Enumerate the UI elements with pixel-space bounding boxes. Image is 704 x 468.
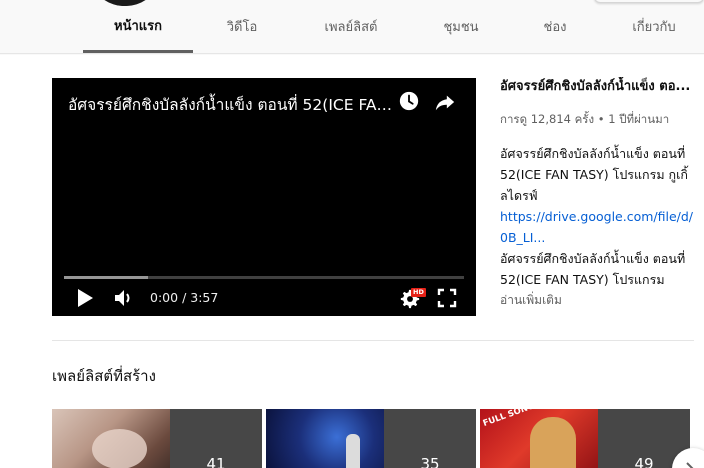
time-display: 0:00 / 3:57 <box>150 290 218 305</box>
playlist-thumbnail-image <box>52 409 170 468</box>
channel-home-content: อัศจรรย์ศึกชิงบัลลังก์น้ำแข็ง ตอนที่ 52(… <box>0 55 704 468</box>
play-icon[interactable] <box>76 288 94 308</box>
tab-about[interactable]: เกี่ยวกับ <box>599 0 704 52</box>
player-video-title[interactable]: อัศจรรย์ศึกชิงบัลลังก์น้ำแข็ง ตอนที่ 52(… <box>68 92 393 117</box>
tab-playlists[interactable]: เพลย์ลิสต์ <box>296 0 406 52</box>
volume-icon[interactable] <box>114 289 134 307</box>
share-icon[interactable] <box>434 91 456 113</box>
playlist-thumbnail-image <box>266 409 384 468</box>
playlist-thumbnail[interactable]: FULL SONG 49 <box>480 409 690 468</box>
top-right-widget-edge[interactable] <box>594 0 704 3</box>
featured-video-details: อัศจรรย์ศึกชิงบัลลังก์น้ำแข็ง ตอ... การด… <box>500 77 694 310</box>
featured-video-player[interactable]: อัศจรรย์ศึกชิงบัลลังก์น้ำแข็ง ตอนที่ 52(… <box>52 78 476 316</box>
description-text-1: อัศจรรย์ศึกชิงบัลลังก์น้ำแข็ง ตอนที่ 52(… <box>500 146 688 203</box>
tab-videos[interactable]: วิดีโอ <box>187 0 297 52</box>
playlist-thumbnail-image: FULL SONG <box>480 409 598 468</box>
playlist-video-count: 41 <box>206 455 226 468</box>
watch-later-icon[interactable] <box>398 90 420 112</box>
description-link[interactable]: https://drive.google.com/file/d/0B_LI... <box>500 206 694 248</box>
duration: 3:57 <box>190 290 219 305</box>
featured-video-title[interactable]: อัศจรรย์ศึกชิงบัลลังก์น้ำแข็ง ตอ... <box>500 77 694 97</box>
playlist-count-overlay: 35 <box>384 409 476 468</box>
hd-badge: HD <box>411 288 426 297</box>
fullscreen-icon[interactable] <box>437 288 457 308</box>
view-count: การดู 12,814 ครั้ง <box>500 112 595 126</box>
chevron-right-icon <box>686 462 694 468</box>
description-text-2: อัศจรรย์ศึกชิงบัลลังก์น้ำแข็ง ตอนที่ 52(… <box>500 251 686 287</box>
read-more-link[interactable]: อ่านเพิ่มเติม <box>500 291 694 310</box>
thumbnail-caption: FULL SONG <box>481 409 536 429</box>
current-time: 0:00 <box>150 290 179 305</box>
tab-home[interactable]: หน้าแรก <box>83 0 193 53</box>
tab-channels[interactable]: ช่อง <box>500 0 610 52</box>
featured-video-meta: การดู 12,814 ครั้ง • 1 ปีที่ผ่านมา <box>500 111 694 127</box>
playlist-video-count: 49 <box>634 455 654 468</box>
channel-page: หน้าแรก วิดีโอ เพลย์ลิสต์ ชุมชน ช่อง เกี… <box>0 0 704 468</box>
playlist-thumbnail[interactable]: 41 <box>52 409 262 468</box>
playlist-thumbnail[interactable]: 35 <box>266 409 476 468</box>
featured-video-description: อัศจรรย์ศึกชิงบัลลังก์น้ำแข็ง ตอนที่ 52(… <box>500 143 694 290</box>
upload-age: 1 ปีที่ผ่านมา <box>608 112 670 126</box>
progress-loaded <box>64 276 148 279</box>
channel-tab-bar: หน้าแรก วิดีโอ เพลย์ลิสต์ ชุมชน ช่อง เกี… <box>0 0 704 54</box>
video-progress-bar[interactable] <box>64 276 464 279</box>
playlist-video-count: 35 <box>420 455 440 468</box>
section-divider <box>52 340 694 341</box>
created-playlists-heading[interactable]: เพลย์ลิสต์ที่สร้าง <box>52 364 156 388</box>
meta-separator: • <box>597 112 609 126</box>
playlist-count-overlay: 41 <box>170 409 262 468</box>
